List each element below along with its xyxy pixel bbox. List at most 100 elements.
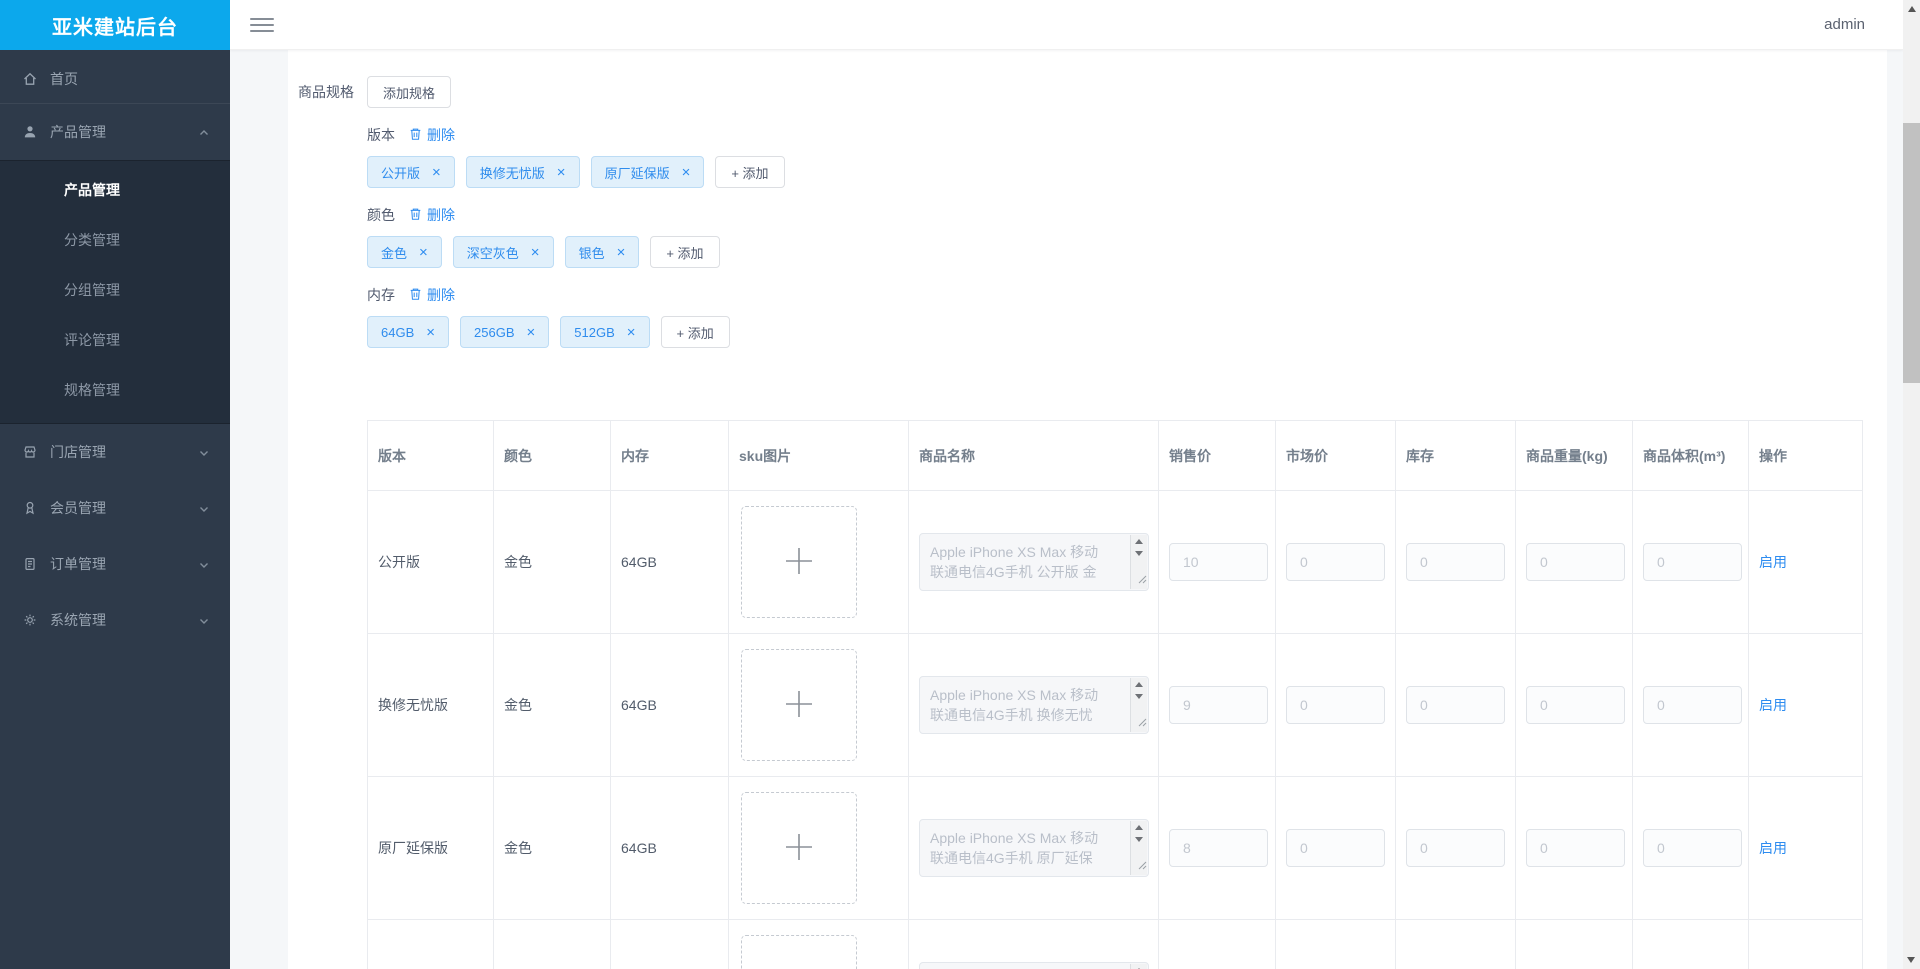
- weight-input[interactable]: 0: [1526, 543, 1625, 581]
- column-header: 颜色: [493, 420, 611, 491]
- upload-image-button[interactable]: [741, 649, 857, 761]
- spec-group-name: 颜色: [367, 207, 395, 223]
- textarea-scrollbar[interactable]: [1130, 964, 1147, 969]
- enable-link[interactable]: 启用: [1759, 840, 1787, 856]
- weight-input[interactable]: 0: [1526, 829, 1625, 867]
- scroll-down-icon[interactable]: [1907, 957, 1915, 963]
- add-spec-button[interactable]: 添加规格: [367, 76, 452, 108]
- market-price-input[interactable]: 0: [1286, 543, 1385, 581]
- sidebar-item-label: 产品管理: [50, 124, 106, 140]
- close-icon[interactable]: ×: [432, 165, 441, 180]
- sidebar-item-member-management[interactable]: 会员管理: [0, 480, 230, 536]
- spec-group-label-row: 颜色 删除: [367, 205, 1887, 225]
- price-input[interactable]: 10: [1169, 543, 1268, 581]
- close-icon[interactable]: ×: [682, 165, 691, 180]
- close-icon[interactable]: ×: [627, 325, 636, 340]
- delete-spec-link[interactable]: 删除: [409, 125, 455, 145]
- delete-spec-link[interactable]: 删除: [409, 285, 455, 305]
- spec-tag: 原厂延保版 ×: [590, 156, 705, 188]
- plus-icon: [784, 689, 814, 722]
- upload-image-button[interactable]: [741, 506, 857, 618]
- product-name-textarea[interactable]: Apple iPhone XS Max 移动联通电信4G手机 原厂延保: [919, 819, 1149, 877]
- delete-label: 删除: [427, 127, 455, 143]
- add-tag-button[interactable]: + 添加: [650, 236, 720, 268]
- stock-input[interactable]: 0: [1406, 543, 1505, 581]
- market-price-input[interactable]: 0: [1286, 686, 1385, 724]
- price-input[interactable]: 8: [1169, 829, 1268, 867]
- cell-version: 原厂延保版: [367, 776, 494, 920]
- sidebar-item-product-management[interactable]: 产品管理: [0, 104, 230, 160]
- cell-sku-image: [728, 776, 909, 920]
- spec-tag-label: 256GB: [474, 324, 515, 340]
- column-header: sku图片: [728, 420, 909, 491]
- market-price-input[interactable]: 0: [1286, 829, 1385, 867]
- scroll-down-icon[interactable]: [1135, 694, 1143, 699]
- spec-group-label-row: 版本 删除: [367, 125, 1887, 145]
- delete-spec-link[interactable]: 删除: [409, 205, 455, 225]
- volume-input[interactable]: 0: [1643, 829, 1742, 867]
- sidebar-item-category-management[interactable]: 分类管理: [0, 215, 230, 265]
- close-icon[interactable]: ×: [531, 245, 540, 260]
- stock-input[interactable]: 0: [1406, 686, 1505, 724]
- spec-tag-label: 银色: [578, 245, 605, 261]
- upload-image-button[interactable]: [741, 935, 857, 969]
- plus-icon: [784, 832, 814, 865]
- trash-icon: [409, 287, 427, 304]
- sidebar-item-spec-management[interactable]: 规格管理: [0, 365, 230, 415]
- price-input[interactable]: 9: [1169, 686, 1268, 724]
- spec-tag-label: 原厂延保版: [604, 165, 670, 181]
- scrollbar-thumb[interactable]: [1903, 123, 1920, 383]
- main-content: 商品规格 添加规格 版本 删除 公开版 × 换修无忧版 × 原厂延保版 × + 添加 颜色 删除 金色…: [230, 50, 1903, 969]
- cell-color: 金色: [493, 776, 611, 920]
- product-name-textarea[interactable]: [919, 962, 1149, 969]
- scroll-up-icon[interactable]: [1135, 825, 1143, 830]
- upload-image-button[interactable]: [741, 792, 857, 904]
- delete-label: 删除: [427, 287, 455, 303]
- user-menu[interactable]: admin: [1824, 16, 1865, 33]
- product-name-textarea[interactable]: Apple iPhone XS Max 移动联通电信4G手机 换修无忧: [919, 676, 1149, 734]
- hamburger-icon[interactable]: [250, 16, 274, 34]
- close-icon[interactable]: ×: [527, 325, 536, 340]
- sidebar-item-product-management-sub[interactable]: 产品管理: [0, 165, 230, 215]
- spec-tag: 银色 ×: [564, 236, 640, 268]
- spec-tag-label: 金色: [381, 245, 408, 261]
- page-scrollbar[interactable]: [1903, 0, 1920, 969]
- chevron-down-icon: [198, 502, 210, 514]
- weight-input[interactable]: 0: [1526, 686, 1625, 724]
- cell-sku-image: [728, 633, 909, 777]
- enable-link[interactable]: 启用: [1759, 554, 1787, 570]
- add-tag-button[interactable]: + 添加: [660, 316, 730, 348]
- submenu-item-label: 分组管理: [64, 282, 120, 298]
- spec-tag-row: 64GB × 256GB × 512GB × + 添加: [367, 316, 1887, 348]
- sidebar-item-order-management[interactable]: 订单管理: [0, 536, 230, 592]
- close-icon[interactable]: ×: [426, 325, 435, 340]
- add-tag-button[interactable]: + 添加: [715, 156, 785, 188]
- spec-tag: 金色 ×: [367, 236, 442, 268]
- spec-group-memory: 内存 删除 64GB × 256GB × 512GB × + 添加: [367, 285, 1887, 348]
- close-icon[interactable]: ×: [557, 165, 566, 180]
- scroll-down-icon[interactable]: [1135, 837, 1143, 842]
- resize-grip-icon[interactable]: [1137, 569, 1147, 589]
- close-icon[interactable]: ×: [419, 245, 428, 260]
- volume-input[interactable]: 0: [1643, 686, 1742, 724]
- resize-grip-icon[interactable]: [1137, 855, 1147, 875]
- sidebar-item-system-management[interactable]: 系统管理: [0, 592, 230, 648]
- enable-link[interactable]: 启用: [1759, 697, 1787, 713]
- product-name-textarea[interactable]: Apple iPhone XS Max 移动联通电信4G手机 公开版 金: [919, 533, 1149, 591]
- cell-action: 启用: [1748, 490, 1863, 634]
- sidebar-item-home[interactable]: 首页: [0, 55, 230, 104]
- scroll-down-icon[interactable]: [1135, 551, 1143, 556]
- spec-group-name: 内存: [367, 287, 395, 303]
- scroll-up-icon[interactable]: [1907, 6, 1916, 12]
- sidebar-item-store-management[interactable]: 门店管理: [0, 424, 230, 480]
- cell-stock: [1395, 919, 1516, 969]
- scroll-up-icon[interactable]: [1135, 682, 1143, 687]
- resize-grip-icon[interactable]: [1137, 712, 1147, 732]
- sidebar-item-group-management[interactable]: 分组管理: [0, 265, 230, 315]
- stock-input[interactable]: 0: [1406, 829, 1505, 867]
- table-row: [367, 919, 1863, 969]
- close-icon[interactable]: ×: [617, 245, 626, 260]
- scroll-up-icon[interactable]: [1135, 539, 1143, 544]
- volume-input[interactable]: 0: [1643, 543, 1742, 581]
- sidebar-item-comment-management[interactable]: 评论管理: [0, 315, 230, 365]
